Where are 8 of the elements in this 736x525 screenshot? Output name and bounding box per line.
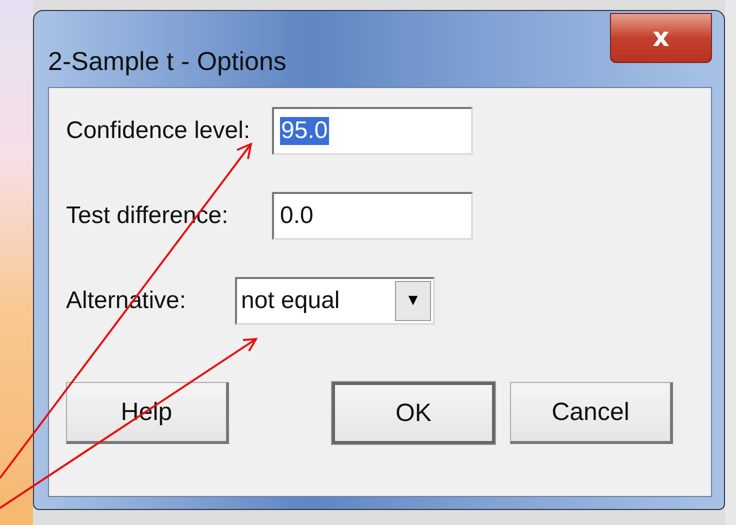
field-label: Confidence level: <box>66 117 252 145</box>
cancel-button[interactable]: Cancel <box>510 382 673 444</box>
input-field[interactable]: 95.0 <box>272 107 473 155</box>
ok-button[interactable]: OK <box>332 382 495 444</box>
dropdown[interactable]: not equal ▼ <box>235 277 435 325</box>
window-title: 2-Sample t - Options <box>48 46 286 77</box>
input-field[interactable]: 0.0 <box>272 192 473 240</box>
close-button[interactable]: x <box>610 13 712 63</box>
